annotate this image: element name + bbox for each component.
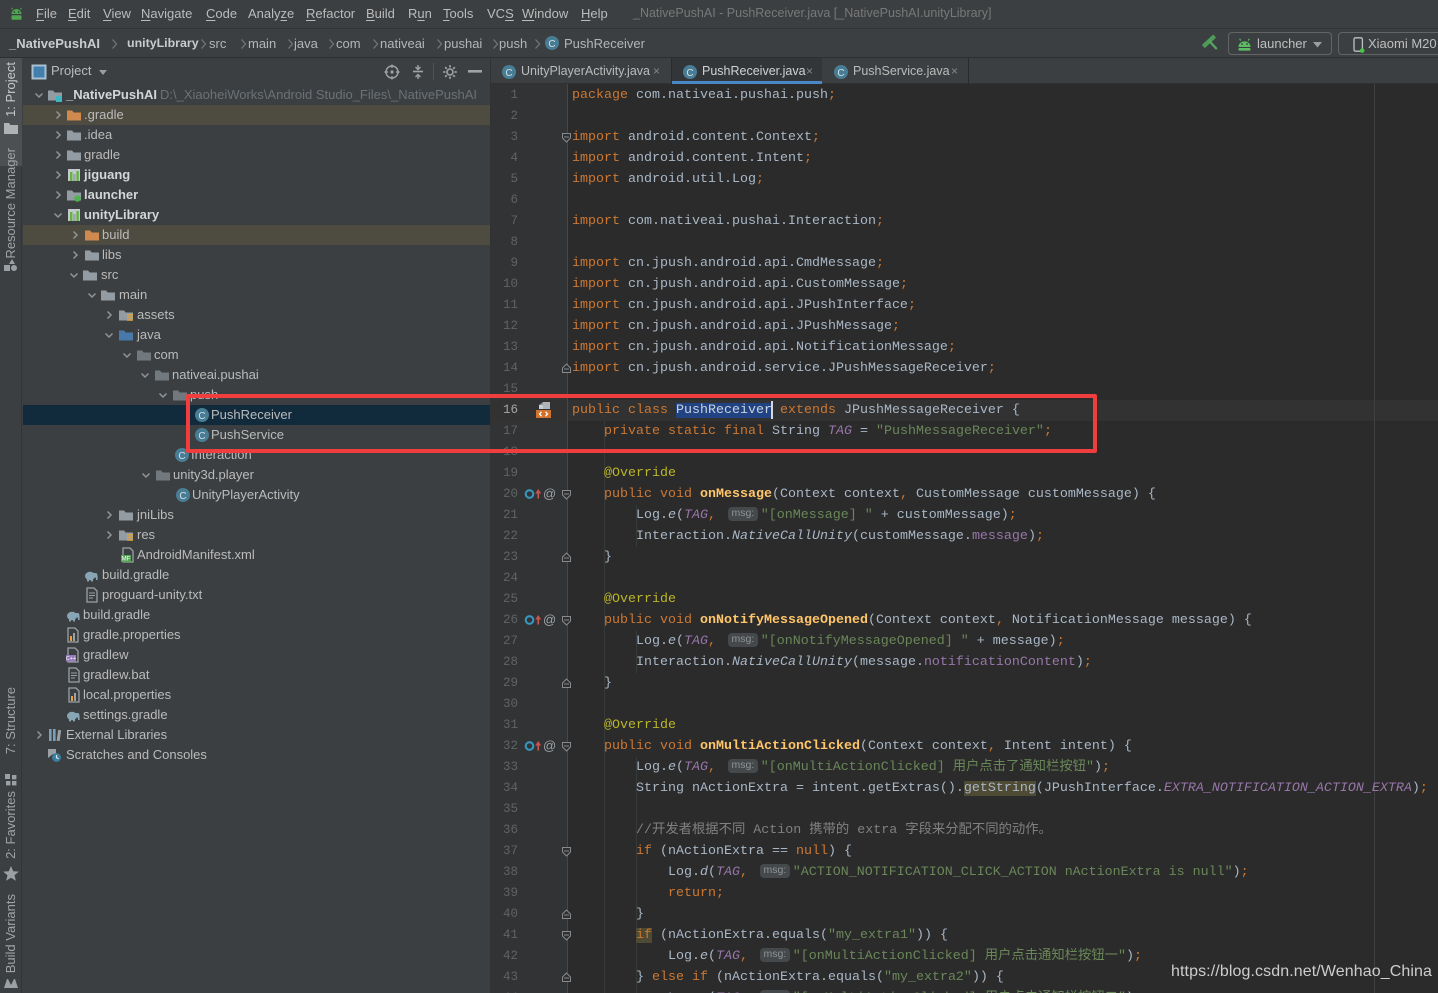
svg-text:C: C [179, 491, 186, 502]
svg-text:C: C [686, 68, 693, 79]
svg-text:MF: MF [122, 557, 131, 563]
svg-text:C: C [505, 68, 512, 79]
svg-text:C: C [548, 39, 555, 50]
svg-text:C: C [837, 68, 844, 79]
svg-text:C: C [178, 451, 185, 462]
svg-text:C++: C++ [66, 656, 76, 662]
